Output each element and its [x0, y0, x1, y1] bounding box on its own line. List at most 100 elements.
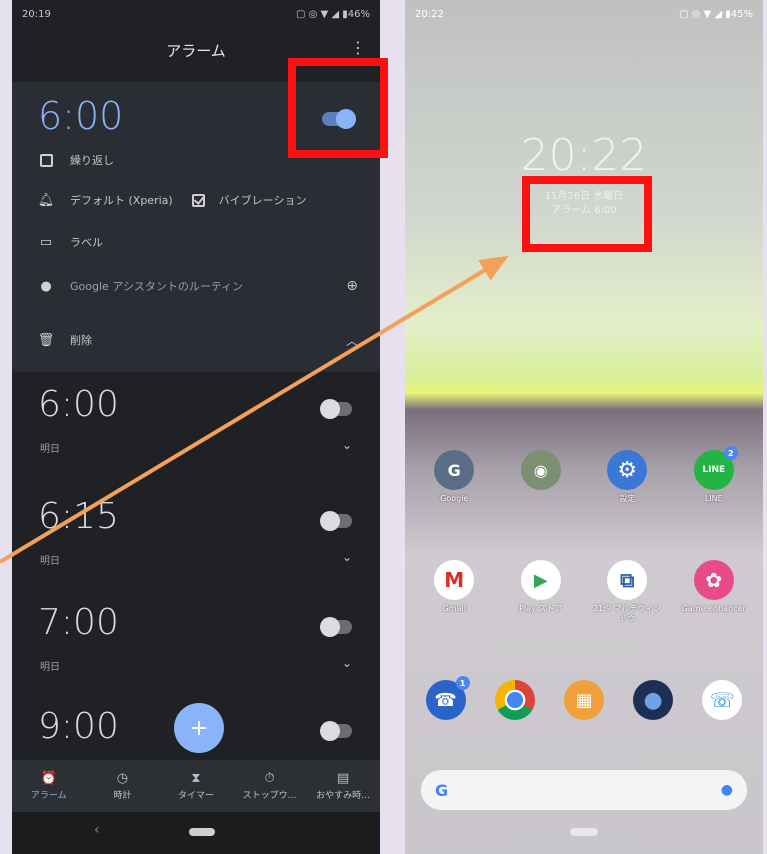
- overflow-menu-icon[interactable]: ⋮: [350, 38, 366, 57]
- delete-label: 削除: [70, 334, 92, 347]
- camera-icon: ●: [633, 680, 674, 720]
- app-play-store[interactable]: ▶ Play ストア: [506, 560, 576, 623]
- chrome-icon: [494, 680, 535, 720]
- app-settings[interactable]: ⚙ 設定: [592, 450, 662, 504]
- notification-badge: 1: [455, 676, 470, 690]
- app-label: 21:9 マルチウィンドウ: [592, 604, 662, 623]
- tab-label: アラーム: [30, 791, 67, 801]
- app-line[interactable]: LINE 2 LINE: [679, 446, 749, 504]
- alarm-clock-icon: ⏰: [40, 771, 57, 786]
- google-logo-icon: G: [435, 780, 449, 800]
- alarm-day: 明日: [40, 556, 60, 567]
- alarm-day: 明日: [40, 444, 60, 455]
- dock-dialer[interactable]: ☏: [692, 680, 752, 720]
- alarm-toggle[interactable]: [320, 511, 352, 531]
- checkbox-icon[interactable]: [38, 152, 54, 168]
- status-indicators: ▢ ◎ ▼ ◢ ▮46%: [296, 8, 370, 20]
- back-icon[interactable]: ‹: [94, 822, 100, 838]
- bottom-nav: ⏰ アラーム ◷ 時計 ⧗ タイマー ⏱ ストップウ… ▤ おやすみ時…: [12, 760, 380, 812]
- bed-icon: ▤: [337, 771, 350, 786]
- alarm-time[interactable]: 7:00: [38, 602, 119, 643]
- multiwindow-icon: ⧉: [607, 560, 648, 600]
- stopwatch-icon: ⏱: [264, 771, 275, 786]
- app-label: 設定: [619, 494, 636, 503]
- label-tag-icon: ▭: [39, 234, 53, 250]
- sound-label: デフォルト (Xperia): [70, 194, 173, 207]
- folder-icon: ◉: [520, 450, 561, 490]
- hourglass-icon: ⧗: [191, 771, 201, 786]
- sound-row[interactable]: 🔔︎ デフォルト (Xperia) バイブレーション: [37, 192, 307, 208]
- gallery-icon: ▦: [563, 680, 604, 720]
- play-store-icon: ▶: [520, 560, 561, 600]
- alarm-time[interactable]: 9:00: [38, 706, 119, 747]
- app-label: LINE: [704, 494, 723, 503]
- google-search-bar[interactable]: G ●: [421, 770, 747, 810]
- tab-timer[interactable]: ⧗ タイマー: [159, 760, 233, 812]
- status-indicators: ▢ ◎ ▼ ◢ ▮45%: [679, 8, 753, 20]
- alarm-toggle[interactable]: [320, 399, 352, 419]
- app-google-folder[interactable]: G Google: [419, 450, 489, 504]
- chevron-down-icon[interactable]: ⌄: [342, 550, 352, 564]
- repeat-row[interactable]: 繰り返し: [38, 152, 114, 168]
- dock-chrome[interactable]: [485, 680, 545, 720]
- trash-icon: 🗑︎: [37, 332, 55, 348]
- app-folder[interactable]: ◉: [506, 450, 576, 504]
- home-pill[interactable]: [570, 828, 598, 836]
- tab-bedtime[interactable]: ▤ おやすみ時…: [306, 760, 380, 812]
- alarm-toggle[interactable]: [320, 617, 352, 637]
- alarm-item[interactable]: 7:00 明日 ⌄: [12, 598, 380, 710]
- dock-camera[interactable]: ●: [623, 680, 683, 720]
- app-label: Game enhancer: [681, 604, 746, 613]
- status-time: 20:19: [22, 8, 51, 20]
- chevron-down-icon[interactable]: ⌄: [342, 656, 352, 670]
- add-circle-icon[interactable]: ⊕: [346, 278, 358, 294]
- add-alarm-button[interactable]: +: [174, 703, 224, 753]
- vibration-label: バイブレーション: [218, 194, 307, 207]
- app-game-enhancer[interactable]: ✿ Game enhancer: [679, 560, 749, 623]
- delete-row[interactable]: 🗑︎ 削除 ︿: [38, 332, 358, 348]
- bell-icon: 🔔︎: [37, 192, 55, 208]
- dialer-icon: ☏: [702, 680, 743, 720]
- tab-clock[interactable]: ◷ 時計: [86, 760, 160, 812]
- home-clock: 20:22: [520, 130, 648, 181]
- line-icon: LINE 2: [693, 446, 738, 490]
- app-gmail[interactable]: M Gmail: [419, 560, 489, 623]
- highlight-box-toggle: [288, 58, 388, 158]
- tab-alarm[interactable]: ⏰ アラーム: [12, 760, 86, 812]
- game-enhancer-icon: ✿: [693, 560, 734, 600]
- alarm-time[interactable]: 6:00: [38, 94, 123, 138]
- alarm-toggle[interactable]: [320, 721, 352, 741]
- alarm-time[interactable]: 6:15: [38, 496, 119, 537]
- alarm-item[interactable]: 6:00 明日 ⌄: [12, 380, 380, 492]
- google-folder-icon: G: [434, 450, 475, 490]
- alarm-item[interactable]: 6:15 明日 ⌄: [12, 492, 380, 604]
- chevron-up-icon[interactable]: ︿: [346, 332, 358, 349]
- dock-phone[interactable]: ☎ 1: [416, 676, 476, 720]
- tab-label: ストップウ…: [242, 791, 297, 801]
- highlight-box-alarm-info: [522, 176, 652, 252]
- repeat-label: 繰り返し: [70, 154, 114, 167]
- app-label: Play ストア: [519, 604, 563, 613]
- system-nav-bar: ‹: [12, 812, 380, 854]
- app-label: Gmail: [442, 604, 466, 613]
- google-routine-row[interactable]: ● Google アシスタントのルーティン ⊕: [38, 278, 358, 294]
- label-label: ラベル: [70, 236, 103, 249]
- tab-stopwatch[interactable]: ⏱ ストップウ…: [233, 760, 307, 812]
- mic-icon[interactable]: ●: [721, 782, 733, 798]
- app-row-2: M Gmail ▶ Play ストア ⧉ 21:9 マルチウィンドウ ✿ Gam…: [405, 560, 763, 623]
- chevron-down-icon[interactable]: ⌄: [342, 438, 352, 452]
- vibration-checkbox-icon[interactable]: [191, 192, 207, 208]
- assistant-icon: ●: [40, 278, 52, 294]
- phone-glyph: ☎: [434, 689, 457, 711]
- tab-label: おやすみ時…: [316, 791, 371, 801]
- dock-album[interactable]: ▦: [554, 680, 614, 720]
- tab-label: 時計: [113, 791, 132, 801]
- tab-label: タイマー: [177, 791, 214, 801]
- app-multiwindow[interactable]: ⧉ 21:9 マルチウィンドウ: [592, 560, 662, 623]
- app-label: Google: [440, 494, 469, 503]
- google-routine-label: Google アシスタントのルーティン: [70, 280, 244, 293]
- label-row[interactable]: ▭ ラベル: [38, 234, 103, 250]
- gmail-icon: M: [434, 560, 475, 600]
- alarm-time[interactable]: 6:00: [38, 384, 119, 425]
- home-pill[interactable]: [189, 828, 215, 836]
